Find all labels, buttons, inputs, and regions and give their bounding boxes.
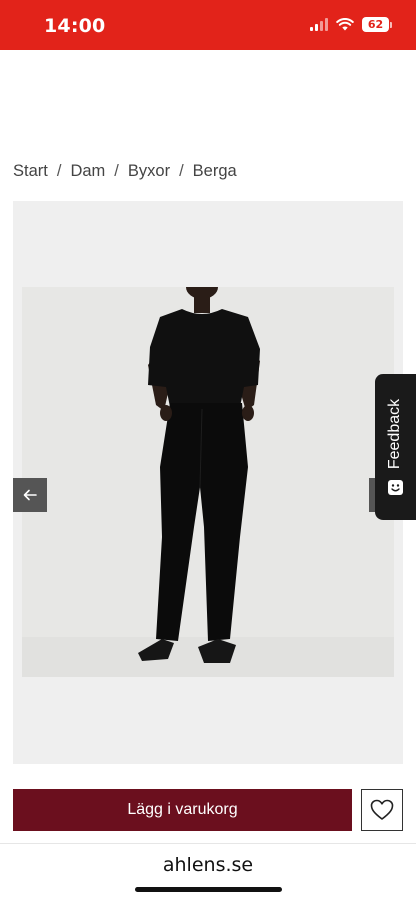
- feedback-tab[interactable]: Feedback: [375, 374, 416, 520]
- heart-icon: [370, 799, 394, 820]
- browser-address-bar[interactable]: ahlens.se: [0, 843, 416, 900]
- battery-level: 62: [362, 17, 389, 32]
- arrow-left-icon: [23, 489, 37, 501]
- model-illustration: [22, 287, 394, 677]
- wifi-icon: [336, 18, 354, 31]
- add-to-cart-button[interactable]: Lägg i varukorg: [13, 789, 352, 831]
- feedback-label: Feedback: [386, 398, 403, 470]
- url-text[interactable]: ahlens.se: [0, 854, 416, 876]
- signal-icon: [310, 18, 328, 31]
- home-indicator[interactable]: [135, 887, 282, 892]
- breadcrumb-start[interactable]: Start: [13, 162, 48, 181]
- breadcrumb-current: Berga: [192, 162, 237, 180]
- product-image[interactable]: [22, 287, 394, 677]
- breadcrumb: Start / Dam / Byxor / Berga: [13, 162, 237, 181]
- smiley-icon: [388, 480, 403, 495]
- status-icons: 62: [310, 17, 392, 32]
- breadcrumb-separator: /: [114, 162, 119, 180]
- breadcrumb-byxor[interactable]: Byxor: [128, 162, 170, 181]
- wishlist-button[interactable]: [361, 789, 403, 831]
- breadcrumb-separator: /: [56, 162, 62, 180]
- product-gallery[interactable]: [13, 201, 403, 764]
- breadcrumb-separator: /: [179, 162, 184, 180]
- status-time: 14:00: [44, 15, 106, 37]
- breadcrumb-dam[interactable]: Dam: [70, 162, 105, 181]
- prev-image-button[interactable]: [13, 478, 47, 512]
- battery-icon: 62: [362, 17, 392, 32]
- status-bar: 14:00 62: [0, 0, 416, 50]
